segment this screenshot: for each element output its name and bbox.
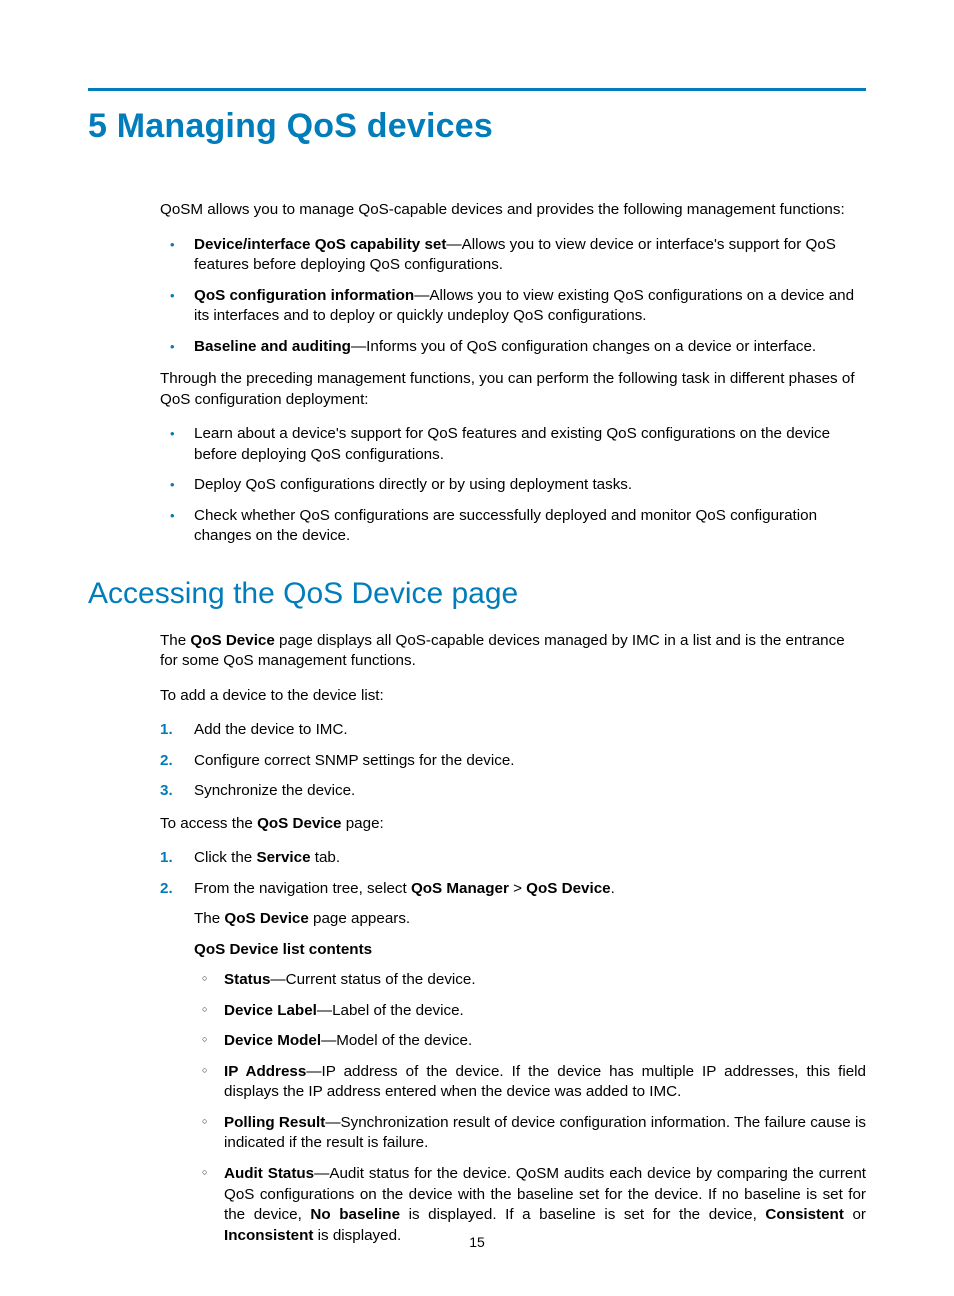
body-content: QoSM allows you to manage QoS-capable de… bbox=[160, 200, 866, 547]
qos-device-label: QoS Device bbox=[190, 632, 274, 649]
list-item: Synchronize the device. bbox=[160, 781, 866, 802]
list-item: Configure correct SNMP settings for the … bbox=[160, 751, 866, 772]
section-title: Accessing the QoS Device page bbox=[88, 577, 866, 611]
list-item: Check whether QoS configurations are suc… bbox=[160, 506, 866, 547]
text: From the navigation tree, select bbox=[194, 880, 411, 897]
text: page: bbox=[342, 815, 384, 832]
list-item: Click the Service tab. bbox=[160, 848, 866, 869]
field-desc: —Label of the device. bbox=[317, 1002, 464, 1019]
intro-paragraph: QoSM allows you to manage QoS-capable de… bbox=[160, 200, 866, 221]
add-device-intro: To add a device to the device list: bbox=[160, 686, 866, 707]
breadcrumb-sep: > bbox=[509, 880, 526, 897]
qos-device-label: QoS Device bbox=[526, 880, 610, 897]
field-term: Device Model bbox=[224, 1032, 321, 1049]
no-baseline-label: No baseline bbox=[310, 1206, 400, 1223]
list-item: Device Model—Model of the device. bbox=[194, 1031, 866, 1052]
term: Device/interface QoS capability set bbox=[194, 236, 446, 253]
text: or bbox=[844, 1206, 866, 1223]
list-item: Device/interface QoS capability set—Allo… bbox=[160, 235, 866, 276]
field-term: Audit Status bbox=[224, 1165, 314, 1182]
qos-manager-label: QoS Manager bbox=[411, 880, 509, 897]
list-contents-heading: QoS Device list contents bbox=[194, 940, 866, 961]
list-item: Polling Result—Synchronization result of… bbox=[194, 1113, 866, 1154]
list-item: Learn about a device's support for QoS f… bbox=[160, 424, 866, 465]
text: is displayed. If a baseline is set for t… bbox=[400, 1206, 765, 1223]
field-list: Status—Current status of the device. Dev… bbox=[194, 970, 866, 1246]
service-tab-label: Service bbox=[256, 849, 310, 866]
qos-device-label: QoS Device bbox=[257, 815, 341, 832]
field-term: Polling Result bbox=[224, 1114, 325, 1131]
list-item: Device Label—Label of the device. bbox=[194, 1001, 866, 1022]
text: page appears. bbox=[309, 910, 410, 927]
access-steps: Click the Service tab. From the navigati… bbox=[160, 848, 866, 1246]
field-term: Device Label bbox=[224, 1002, 317, 1019]
text: . bbox=[611, 880, 615, 897]
field-desc: —IP address of the device. If the device… bbox=[224, 1063, 866, 1101]
field-desc: —Current status of the device. bbox=[270, 971, 475, 988]
page-number: 15 bbox=[0, 1234, 954, 1250]
list-item: From the navigation tree, select QoS Man… bbox=[160, 879, 866, 1246]
term-desc: —Informs you of QoS configuration change… bbox=[351, 338, 816, 355]
list-item: Deploy QoS configurations directly or by… bbox=[160, 475, 866, 496]
field-term: Status bbox=[224, 971, 270, 988]
list-item: IP Address—IP address of the device. If … bbox=[194, 1062, 866, 1103]
text: The bbox=[194, 910, 224, 927]
term: QoS configuration information bbox=[194, 287, 414, 304]
feature-list: Device/interface QoS capability set—Allo… bbox=[160, 235, 866, 358]
document-page: 5 Managing QoS devices QoSM allows you t… bbox=[0, 0, 954, 1296]
access-intro: The QoS Device page displays all QoS-cap… bbox=[160, 631, 866, 672]
step-sub-content: The QoS Device page appears. QoS Device … bbox=[194, 909, 866, 1246]
text: Click the bbox=[194, 849, 256, 866]
list-item: Status—Current status of the device. bbox=[194, 970, 866, 991]
consistent-label: Consistent bbox=[765, 1206, 843, 1223]
body-content: The QoS Device page displays all QoS-cap… bbox=[160, 631, 866, 1246]
text: The bbox=[160, 632, 190, 649]
phases-list: Learn about a device's support for QoS f… bbox=[160, 424, 866, 547]
text: To access the bbox=[160, 815, 257, 832]
chapter-title: 5 Managing QoS devices bbox=[88, 107, 866, 146]
add-device-steps: Add the device to IMC. Configure correct… bbox=[160, 720, 866, 802]
qos-device-label: QoS Device bbox=[224, 910, 308, 927]
access-page-intro: To access the QoS Device page: bbox=[160, 814, 866, 835]
horizontal-rule bbox=[88, 88, 866, 91]
term: Baseline and auditing bbox=[194, 338, 351, 355]
list-item: QoS configuration information—Allows you… bbox=[160, 286, 866, 327]
field-desc: —Model of the device. bbox=[321, 1032, 472, 1049]
text: tab. bbox=[311, 849, 341, 866]
page-appears: The QoS Device page appears. bbox=[194, 909, 866, 930]
list-item: Baseline and auditing—Informs you of QoS… bbox=[160, 337, 866, 358]
field-term: IP Address bbox=[224, 1063, 306, 1080]
list-item: Add the device to IMC. bbox=[160, 720, 866, 741]
phases-intro: Through the preceding management functio… bbox=[160, 369, 866, 410]
